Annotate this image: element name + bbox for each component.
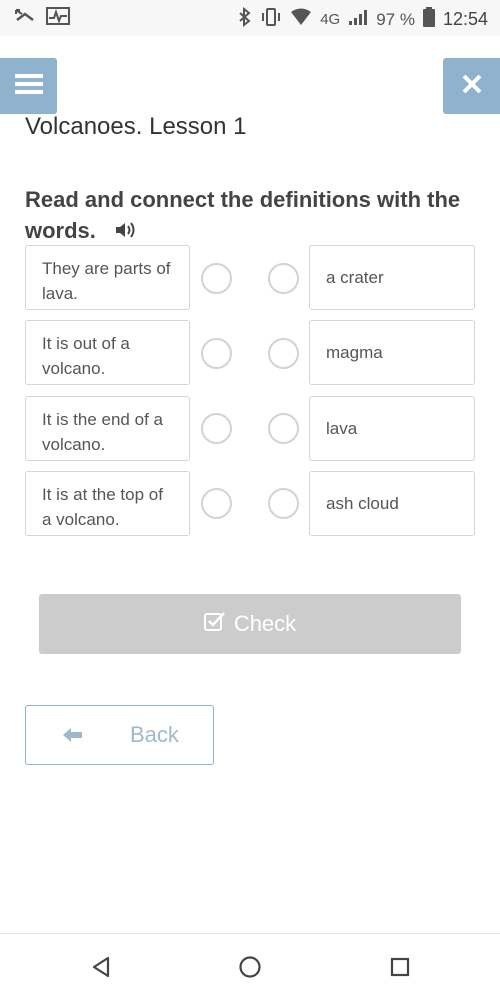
definition-text: It is out of a volcano. [42,334,130,378]
hamburger-menu-icon [14,73,43,100]
back-button[interactable]: Back [25,705,214,765]
definition-connector-radio[interactable] [201,488,232,519]
definition-text: It is the end of a volcano. [42,410,163,454]
word-text: lava [326,419,358,438]
definition-card[interactable]: It is the end of a volcano. [25,396,190,461]
instruction-label: Read and connect the definitions with th… [25,187,461,243]
word-text: magma [326,343,383,362]
missed-call-icon [14,6,36,31]
back-triangle-icon[interactable] [86,952,116,982]
word-card[interactable]: ash cloud [309,471,475,536]
status-bar: 4G 97 % 12:54 [0,0,500,36]
lesson-title: Volcanoes. Lesson 1 [25,113,247,140]
word-card[interactable]: lava [309,396,475,461]
wifi-icon [290,8,312,31]
home-circle-icon[interactable] [235,952,265,982]
checkbox-icon [203,611,226,637]
definition-card[interactable]: It is out of a volcano. [25,320,190,385]
vibrate-icon [260,7,282,32]
word-connector-radio[interactable] [268,488,299,519]
recents-square-icon[interactable] [385,952,415,982]
definition-connector-radio[interactable] [201,263,232,294]
bluetooth-icon [238,6,252,32]
navigation-bar [0,933,500,1001]
word-card[interactable]: magma [309,320,475,385]
check-button[interactable]: Check [39,594,461,654]
arrow-left-icon [62,725,84,750]
word-text: a crater [326,268,384,287]
battery-icon [422,7,435,32]
word-card[interactable]: a crater [309,245,475,310]
definition-card[interactable]: It is at the top of a volcano. [25,471,190,536]
network-type: 4G [320,11,341,28]
clock: 12:54 [442,9,488,29]
definition-text: It is at the top of a volcano. [42,485,163,529]
menu-button[interactable] [0,58,57,114]
close-icon [461,73,483,100]
speaker-icon[interactable] [114,217,138,248]
word-connector-radio[interactable] [268,413,299,444]
definition-card[interactable]: They are parts of lava. [25,245,190,310]
word-text: ash cloud [326,494,399,513]
instruction-text: Read and connect the definitions with th… [25,184,475,248]
close-button[interactable] [443,58,500,114]
word-connector-radio[interactable] [268,338,299,369]
check-label: Check [233,611,297,636]
definition-connector-radio[interactable] [201,338,232,369]
definition-connector-radio[interactable] [201,413,232,444]
word-connector-radio[interactable] [268,263,299,294]
definition-text: They are parts of lava. [42,259,171,303]
signal-icon [348,8,368,31]
back-label: Back [130,722,179,747]
battery-percent: 97 % [376,9,415,29]
activity-icon [46,6,70,31]
